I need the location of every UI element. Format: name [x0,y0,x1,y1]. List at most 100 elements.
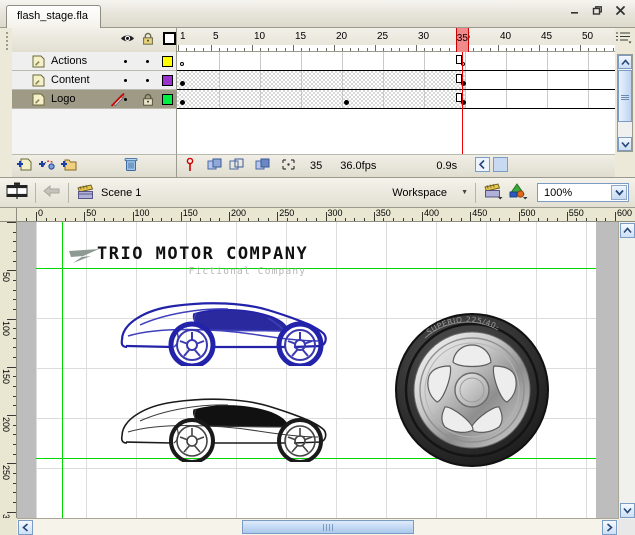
stage-area: 0 50 100 150 200 250 300 350 400 450 500 550 600 50 1… [0,208,635,535]
add-motion-guide-icon[interactable] [38,157,55,175]
layer-locked-icon[interactable] [142,93,154,109]
frame-row-content[interactable] [177,71,615,90]
stage-canvas[interactable]: TRIO MOTOR COMPANY Fictional Company SUP… [17,222,618,519]
frame-ruler-label: 25 [377,31,389,42]
onion-skin-outlines-icon[interactable] [229,158,245,174]
eye-icon[interactable] [120,32,135,47]
logo-subtitle: Fictional Company [188,266,307,277]
playhead-marker[interactable]: 35 [455,28,469,52]
edit-symbol-icon[interactable] [508,182,529,203]
timeline-vertical-scrollbar[interactable] [617,54,633,152]
layer-color-swatch[interactable] [162,75,173,86]
layer-name-label: Actions [51,55,88,67]
layer-color-swatch[interactable] [162,94,173,105]
keyframe-marker[interactable] [179,100,185,105]
flash-authoring-window: flash_stage.fla Actions Content Logo 1 5… [0,0,635,535]
timeline-icon[interactable] [6,182,28,203]
insert-layer-icon[interactable] [16,157,33,175]
logo-group[interactable]: TRIO MOTOR COMPANY Fictional Company [69,244,308,277]
minimize-icon[interactable] [566,3,583,18]
layer-list-empty-space [12,109,176,154]
frame-ruler-label: 1 [180,31,186,42]
document-tab[interactable]: flash_stage.fla [6,5,101,28]
timeline-options-icon[interactable] [615,30,633,47]
back-arrow-icon[interactable] [43,184,61,201]
scene-name-label[interactable]: Scene 1 [101,187,141,199]
wheel-rear [276,321,324,369]
onion-skin-icon[interactable] [207,158,223,174]
layer-row-logo[interactable]: Logo [12,90,176,109]
car-illustration-blue[interactable] [118,294,330,369]
modify-onion-markers-icon[interactable] [281,158,296,174]
wheel-front [169,418,215,464]
workspace-label[interactable]: Workspace [392,187,447,199]
scroll-down-button[interactable] [618,137,632,151]
timeline-grip[interactable] [2,30,11,50]
layer-color-swatch[interactable] [162,56,173,67]
layer-row-content[interactable]: Content [12,71,176,90]
edit-scene-icon[interactable] [483,182,504,203]
vertical-ruler[interactable]: 50100150200250300 [0,222,17,519]
scrollbar-thumb[interactable] [618,70,632,122]
horizontal-ruler[interactable]: 0 50 100 150 200 250 300 350 400 450 500 550 600 [17,208,635,222]
wheel-illustration[interactable]: SUPERIO 225/40-18 [391,305,550,471]
wheel-front [168,321,216,369]
frame-ruler-label: 30 [418,31,430,42]
chevron-down-icon[interactable] [611,185,627,200]
frame-grid[interactable] [177,52,615,154]
scroll-up-button[interactable] [619,223,635,238]
restore-icon[interactable] [589,3,606,18]
timeline-footer: 35 36.0fps 0.9s [177,154,615,177]
scroll-down-button[interactable] [620,503,635,518]
frame-row-logo[interactable] [177,90,615,109]
guide-vertical[interactable] [62,222,63,519]
layer-toolbar [12,154,177,177]
layer-name-label: Logo [51,93,76,105]
layer-lock-dot[interactable] [146,79,149,82]
car-illustration-gray[interactable] [118,390,330,465]
edit-bar: Scene 1 Workspace ▼ 100% [0,178,635,208]
lock-icon[interactable] [142,32,154,48]
layer-visibility-dot[interactable] [124,79,127,82]
insert-folder-icon[interactable] [60,157,77,175]
frame-ruler-label: 20 [336,31,348,42]
scene-icon [76,183,95,203]
delete-layer-icon[interactable] [124,157,138,175]
zoom-level-combobox[interactable]: 100% [537,183,629,202]
scrollbar-thumb[interactable] [242,520,414,534]
close-icon[interactable] [612,3,629,18]
keyframe-marker[interactable] [179,62,184,66]
frame-ruler-label: 40 [500,31,512,42]
scroll-up-button[interactable] [618,55,632,69]
scroll-right-button[interactable] [602,520,617,535]
layer-visibility-dot[interactable] [124,60,127,63]
toolbar-separator [68,182,69,203]
frame-ruler[interactable]: 1 5 10 15 20 25 30 35 40 45 50 35 [177,28,615,52]
layer-header [12,28,177,52]
timeline-scroll-right-button[interactable] [493,157,509,175]
timeline-scroll-left-button[interactable] [475,157,491,175]
layer-icon [32,55,45,68]
elapsed-time-value: 0.9s [436,160,458,172]
keyframe-marker[interactable] [343,100,349,105]
stage-document[interactable]: TRIO MOTOR COMPANY Fictional Company SUP… [36,222,596,519]
layer-lock-dot[interactable] [146,60,149,63]
layer-name-label: Content [51,74,90,86]
edit-multiple-frames-icon[interactable] [255,158,271,174]
playhead-frame-label: 35 [456,33,468,44]
frame-rate-value[interactable]: 36.0fps [340,160,376,172]
layer-row-actions[interactable]: Actions [12,52,176,71]
timeline-panel: Actions Content Logo 1 5 10 15 20 25 30 … [0,28,635,178]
layer-list: Actions Content Logo [12,52,177,154]
layer-visibility-dot[interactable] [124,98,127,101]
zoom-level-value: 100% [544,186,573,199]
current-frame-value[interactable]: 35 [310,160,322,172]
stage-vertical-scrollbar[interactable] [618,222,635,519]
stage-horizontal-scrollbar[interactable] [17,518,618,535]
frame-row-actions[interactable] [177,52,615,71]
chevron-down-icon[interactable]: ▼ [461,189,468,196]
scroll-left-button[interactable] [18,520,33,535]
keyframe-marker[interactable] [179,81,185,86]
outline-square-icon[interactable] [163,32,176,45]
center-frame-icon[interactable] [185,157,195,175]
